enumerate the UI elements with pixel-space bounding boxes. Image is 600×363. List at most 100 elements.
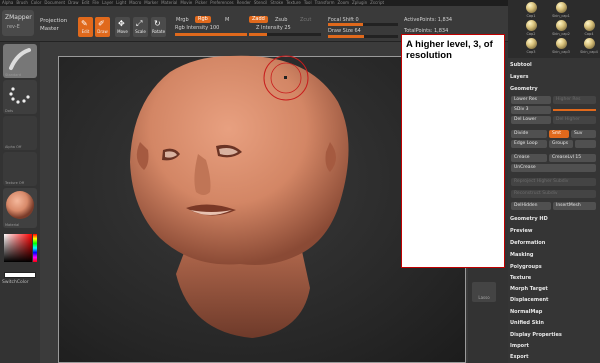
move-button[interactable]: ✥ Move (115, 17, 130, 37)
draw-size-slider[interactable] (328, 35, 398, 38)
rgb-intensity-fill (175, 33, 247, 36)
unified-skin-section[interactable]: Unified Skin (510, 320, 598, 326)
crease-button[interactable]: Crease (511, 154, 547, 162)
material-skin-cap1[interactable]: Skin_cap1 (552, 2, 570, 18)
draw-icon: ✐ (98, 19, 105, 28)
polish-toggle[interactable] (575, 140, 596, 148)
subtool-section[interactable]: Subtool (510, 62, 598, 68)
projection-master-button[interactable]: Projection Master (38, 12, 74, 40)
scale-label: Scale (135, 29, 146, 34)
move-label: Move (117, 29, 128, 34)
color-picker[interactable] (2, 232, 38, 270)
color-saturation-square[interactable] (4, 234, 32, 262)
scale-button[interactable]: ⤢ Scale (133, 17, 148, 37)
edit-icon: ✎ (81, 19, 88, 28)
polygroups-section[interactable]: Polygroups (510, 264, 598, 270)
delhidden-button[interactable]: DelHidden (511, 202, 551, 210)
rotate-button[interactable]: ↻ Rotate (151, 17, 166, 37)
zsub-toggle[interactable]: Zsub (275, 17, 287, 23)
rgb-toggle[interactable]: Rgb (195, 16, 211, 23)
rgb-intensity-slider[interactable] (175, 33, 247, 36)
focal-shift-fill (328, 23, 363, 26)
alpha-thumbnail[interactable]: Alpha Off (3, 116, 37, 150)
z-intensity-slider[interactable] (249, 33, 321, 36)
brush-thumbnail[interactable]: Standard (3, 44, 37, 78)
material-skin-cap2[interactable]: Skin_cap2 (552, 20, 570, 36)
material-cap1[interactable]: Cap1 (522, 2, 540, 18)
edit-label: Edit (81, 29, 90, 34)
insertmesh-button[interactable]: InsertMesh (553, 202, 596, 210)
del-lower-button[interactable]: Del Lower (511, 116, 551, 124)
masking-section[interactable]: Masking (510, 252, 598, 258)
sdiv-fill (553, 109, 596, 111)
hue-strip[interactable] (33, 234, 37, 262)
geometry-section[interactable]: Geometry (510, 86, 598, 92)
texture-thumbnail[interactable]: Texture Off (3, 152, 37, 186)
material-swatches: Cap1 Skin_cap1 Cap2 Skin_cap2 Cap3 Skin_… (508, 0, 600, 58)
zadd-toggle[interactable]: Zadd (249, 16, 268, 23)
normalmap-section[interactable]: NormalMap (510, 309, 598, 315)
brush-cursor-center (284, 76, 287, 79)
geometry-hd-section[interactable]: Geometry HD (510, 216, 598, 222)
layers-section[interactable]: Layers (510, 74, 598, 80)
mrgb-toggle[interactable]: Mrgb (176, 17, 189, 23)
material-skin-cap4[interactable]: Skin_cap4 (580, 38, 598, 54)
preview-section[interactable]: Preview (510, 228, 598, 234)
deformation-section[interactable]: Deformation (510, 240, 598, 246)
material-sphere-icon (6, 191, 34, 219)
rgb-intensity-label[interactable]: Rgb Intensity 100 (175, 25, 219, 31)
groups-toggle[interactable]: Groups (549, 140, 573, 148)
sdiv-slider[interactable]: SDiv 3 (511, 106, 551, 114)
sdiv-track[interactable] (553, 109, 596, 111)
projection-sub-label: Master (40, 26, 59, 32)
edit-button[interactable]: ✎ Edit (78, 17, 93, 37)
switch-color-button[interactable]: SwitchColor (2, 280, 29, 285)
material-thumbnail[interactable]: Material (3, 188, 37, 228)
lower-res-button[interactable]: Lower Res (511, 96, 551, 104)
del-higher-button[interactable]: Del Higher (553, 116, 596, 124)
z-intensity-label[interactable]: Z Intensity 25 (256, 25, 291, 31)
draw-button[interactable]: ✐ Draw (95, 17, 110, 37)
higher-res-button[interactable]: Higher Res (553, 96, 596, 104)
stroke-thumbnail[interactable]: Dots (3, 80, 37, 114)
draw-size-label[interactable]: Draw Size 64 (328, 28, 361, 34)
import-section[interactable]: Import (510, 343, 598, 349)
m-toggle[interactable]: M (225, 17, 229, 23)
export-section[interactable]: Export (510, 354, 598, 360)
draw-label: Draw (97, 29, 108, 34)
texture-section[interactable]: Texture (510, 275, 598, 281)
material-thumbnail-label: Material (5, 223, 20, 227)
move-icon: ✥ (118, 19, 125, 28)
stroke-thumbnail-label: Dots (5, 109, 14, 113)
morph-target-section[interactable]: Morph Target (510, 286, 598, 292)
lasso-label: Lasso (478, 295, 490, 300)
reconstruct-subdiv-button[interactable]: Reconstruct Subdiv (511, 190, 596, 198)
smt-toggle[interactable]: Smt (549, 130, 569, 138)
edge-loop-button[interactable]: Edge Loop (511, 140, 547, 148)
focal-shift-slider[interactable] (328, 23, 398, 26)
projection-label: Projection (40, 18, 68, 24)
zmapper-sub-label: rev-E (7, 24, 20, 30)
brush-thumbnail-label: Standard (5, 73, 21, 77)
active-points-readout: ActivePoints: 1,834 (404, 17, 453, 23)
rotate-label: Rotate (151, 29, 166, 34)
displacement-section[interactable]: Displacement (510, 297, 598, 303)
alpha-thumbnail-label: Alpha Off (5, 145, 22, 149)
zcut-toggle[interactable]: Zcut (300, 17, 311, 23)
suv-toggle[interactable]: Suv (571, 130, 596, 138)
material-skin-cap3[interactable]: Skin_cap3 (552, 38, 570, 54)
reproject-button[interactable]: Reproject Higher Subdiv (511, 178, 596, 186)
scale-icon: ⤢ (136, 19, 143, 28)
main-color-swatch[interactable] (4, 272, 36, 278)
material-cap3[interactable]: Cap3 (522, 38, 540, 54)
lasso-button[interactable]: Lasso (472, 282, 496, 302)
material-cap4[interactable]: Cap4 (580, 20, 598, 36)
uncrease-button[interactable]: UnCrease (511, 164, 596, 172)
divide-button[interactable]: Divide (511, 130, 547, 138)
zmapper-button[interactable]: ZMapper rev-E (2, 10, 34, 36)
display-properties-section[interactable]: Display Properties (510, 332, 598, 338)
z-intensity-fill (249, 33, 267, 36)
crease-level-slider[interactable]: CreaseLvl 15 (549, 154, 596, 162)
annotation-callout: A higher level, 3, of resolution (401, 34, 505, 268)
material-cap2[interactable]: Cap2 (522, 20, 540, 36)
